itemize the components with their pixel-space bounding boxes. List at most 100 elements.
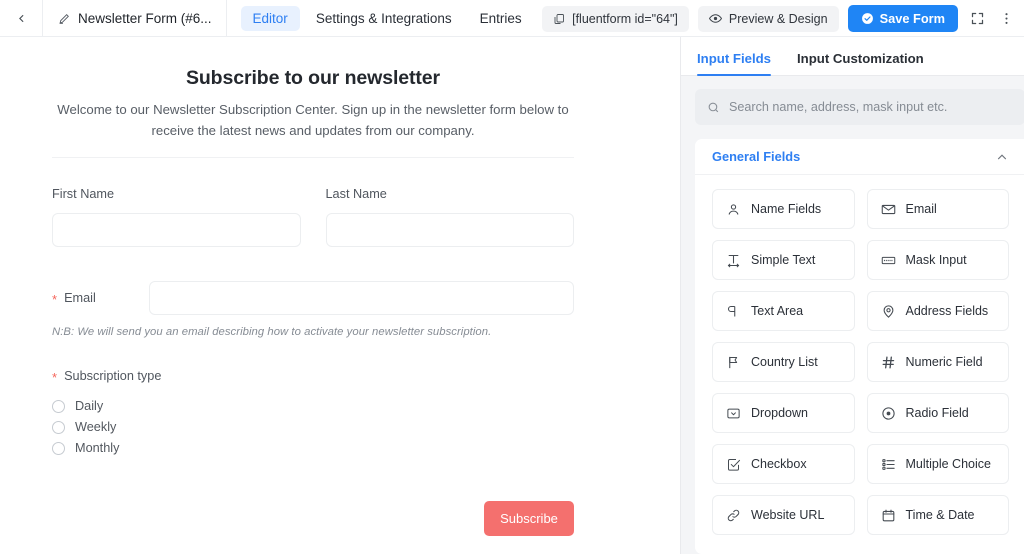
last-name-input[interactable] <box>325 212 574 247</box>
form-title-block[interactable]: Newsletter Form (#6... <box>43 0 227 36</box>
fullscreen-button[interactable] <box>967 6 987 32</box>
preview-design-button[interactable]: Preview & Design <box>697 5 839 32</box>
field-tile-label: Address Fields <box>905 304 989 318</box>
chevron-left-icon <box>18 14 24 22</box>
chevron-up-icon[interactable] <box>995 150 1009 164</box>
dropdown-icon <box>726 406 741 421</box>
field-tile-simple-text[interactable]: Simple Text <box>712 240 855 280</box>
first-name-field: First Name <box>52 187 301 247</box>
search-placeholder: Search name, address, mask input etc. <box>729 100 948 114</box>
radio-circle-icon[interactable] <box>52 420 65 434</box>
subscribe-button[interactable]: Subscribe <box>484 500 574 536</box>
mask-input-icon <box>881 253 896 268</box>
subscription-type-field: * Subscription type Daily Weekly Monthly <box>52 369 574 459</box>
field-tile-label: Website URL <box>751 508 825 522</box>
general-fields-title: General Fields <box>712 149 801 164</box>
subscription-type-label-wrap: * Subscription type <box>52 369 574 386</box>
preview-design-label: Preview & Design <box>728 11 828 26</box>
field-tile-numeric-field[interactable]: Numeric Field <box>866 342 1009 382</box>
back-button[interactable] <box>0 0 43 36</box>
eye-icon <box>708 14 722 23</box>
email-field: * Email <box>52 280 574 315</box>
subscription-required-marker: * <box>52 370 58 386</box>
field-tile-label: Name Fields <box>751 202 822 216</box>
email-label-wrap: * Email <box>52 290 140 308</box>
main-nav-tabs: Editor Settings & Integrations Entries <box>227 5 534 31</box>
nav-tab-entries[interactable]: Entries <box>468 6 534 31</box>
link-icon <box>726 508 741 523</box>
header-actions: [fluentform id="64"] Preview & Design Sa… <box>542 0 1016 37</box>
field-tile-multiple-choice[interactable]: Multiple Choice <box>866 444 1009 484</box>
last-name-field: Last Name <box>325 186 574 247</box>
radio-option-weekly[interactable]: Weekly <box>52 417 574 438</box>
email-label: Email <box>64 290 96 305</box>
radio-circle-icon[interactable] <box>52 399 65 413</box>
field-tile-website-url[interactable]: Website URL <box>712 495 855 535</box>
name-fields-row: First Name Last Name <box>52 187 574 247</box>
email-required-marker: * <box>52 292 58 308</box>
field-tile-label: Time & Date <box>905 508 975 522</box>
copy-icon <box>554 13 565 24</box>
search-wrap: Search name, address, mask input etc. <box>681 76 1024 125</box>
app-header: Newsletter Form (#6... Editor Settings &… <box>0 0 1024 37</box>
calendar-icon <box>881 508 896 523</box>
field-tile-email[interactable]: Email <box>866 189 1009 229</box>
paragraph-icon <box>726 304 741 319</box>
email-note: N:B: We will send you an email describin… <box>52 325 492 338</box>
field-tile-label: Simple Text <box>751 253 816 267</box>
more-options-button[interactable] <box>996 6 1016 32</box>
field-tile-name-fields[interactable]: Name Fields <box>712 189 855 229</box>
shortcode-text: [fluentform id="64"] <box>572 11 678 26</box>
shortcode-chip[interactable]: [fluentform id="64"] <box>542 5 689 32</box>
list-icon <box>881 457 896 472</box>
general-fields-header[interactable]: General Fields <box>695 139 1024 175</box>
tab-input-fields[interactable]: Input Fields <box>697 51 771 76</box>
search-icon <box>708 102 719 112</box>
fullscreen-icon <box>971 12 983 25</box>
field-tile-checkbox[interactable]: Checkbox <box>712 444 855 484</box>
form-heading: Subscribe to our newsletter <box>185 67 441 89</box>
radio-option-daily[interactable]: Daily <box>52 396 574 417</box>
text-width-icon <box>726 253 741 268</box>
field-tile-address-fields[interactable]: Address Fields <box>866 291 1009 331</box>
field-tile-label: Dropdown <box>751 406 808 420</box>
field-tile-label: Email <box>905 202 937 216</box>
form-preview: Subscribe to our newsletter Welcome to o… <box>0 37 628 536</box>
field-tile-mask-input[interactable]: Mask Input <box>866 240 1009 280</box>
search-input[interactable]: Search name, address, mask input etc. <box>695 89 1024 125</box>
subscription-radio-group: Daily Weekly Monthly <box>52 396 574 459</box>
radio-option-monthly[interactable]: Monthly <box>52 438 574 459</box>
radio-circle-icon[interactable] <box>52 441 65 455</box>
nav-tab-editor[interactable]: Editor <box>240 5 300 31</box>
field-tile-dropdown[interactable]: Dropdown <box>712 393 855 433</box>
email-input[interactable] <box>149 280 574 315</box>
pencil-icon <box>59 13 69 24</box>
form-title-text: Newsletter Form (#6... <box>78 10 212 26</box>
check-circle-icon <box>861 13 873 24</box>
editor-body: Subscribe to our newsletter Welcome to o… <box>0 37 1024 554</box>
form-canvas: Subscribe to our newsletter Welcome to o… <box>0 37 680 554</box>
field-tile-label: Numeric Field <box>905 355 983 369</box>
checkbox-icon <box>726 457 741 472</box>
form-divider <box>52 156 574 158</box>
flag-icon <box>726 355 741 370</box>
field-tile-time-and-date[interactable]: Time & Date <box>866 495 1009 535</box>
field-tile-text-area[interactable]: Text Area <box>712 291 855 331</box>
field-tile-country-list[interactable]: Country List <box>712 342 855 382</box>
field-tile-label: Mask Input <box>905 253 967 267</box>
tab-input-customization[interactable]: Input Customization <box>797 51 924 75</box>
radio-circle-icon <box>881 406 896 421</box>
fields-sidebar: Input Fields Input Customization Search … <box>680 37 1024 554</box>
save-form-button[interactable]: Save Form <box>847 5 958 32</box>
more-vertical-icon <box>1004 13 1008 24</box>
radio-label-monthly: Monthly <box>75 441 120 456</box>
nav-tab-settings-integrations[interactable]: Settings & Integrations <box>304 6 464 31</box>
field-tile-label: Multiple Choice <box>905 457 991 471</box>
field-tile-radio-field[interactable]: Radio Field <box>866 393 1009 433</box>
first-name-input[interactable] <box>52 212 301 247</box>
envelope-icon <box>881 202 896 217</box>
field-tile-label: Radio Field <box>905 406 969 420</box>
user-icon <box>726 202 741 217</box>
field-tile-label: Checkbox <box>751 457 807 471</box>
last-name-label: Last Name <box>325 186 387 201</box>
